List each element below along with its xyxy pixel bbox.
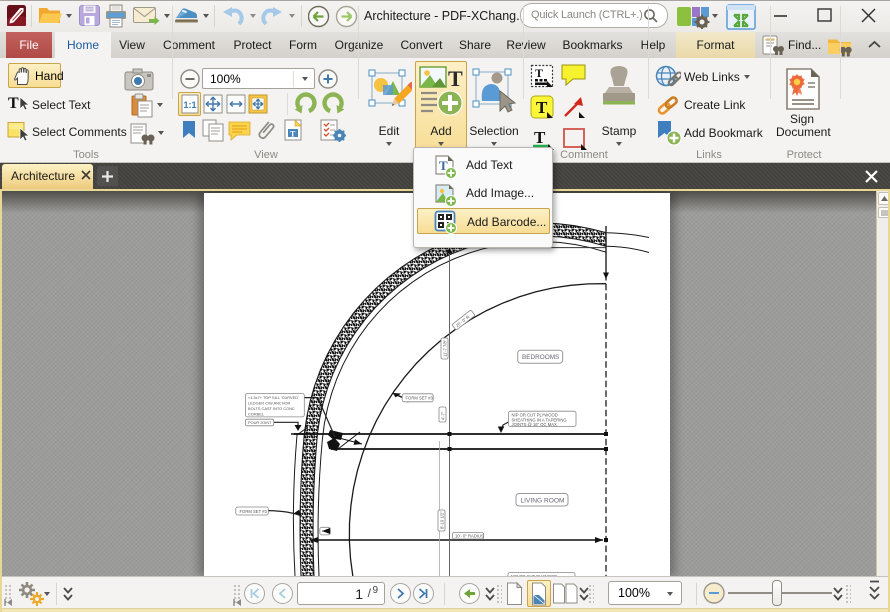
svg-text:10'- 0" RADIUS: 10'- 0" RADIUS [455, 534, 484, 539]
svg-text:T: T [535, 66, 543, 80]
svg-text:T: T [448, 66, 463, 91]
svg-text:8'-10 1/2": 8'-10 1/2" [439, 511, 444, 529]
svg-text:JOINTS @ 16" OC MAX: JOINTS @ 16" OC MAX [512, 422, 558, 427]
svg-text:CORBEL: CORBEL [248, 412, 265, 417]
svg-text:POUR JOINT: POUR JOINT [248, 420, 272, 425]
svg-text:LEDGER C/W ANCHOR: LEDGER C/W ANCHOR [248, 401, 291, 406]
svg-text:4'-7": 4'-7" [440, 411, 445, 420]
svg-text:1:1: 1:1 [184, 100, 197, 110]
svg-text:T: T [290, 130, 296, 139]
svg-text:T: T [534, 128, 546, 147]
svg-text:BOLTS CAST INTO CONC: BOLTS CAST INTO CONC [248, 406, 295, 411]
svg-text:LIVING ROOM: LIVING ROOM [521, 498, 565, 505]
svg-text:FORM SET #3: FORM SET #3 [406, 396, 434, 401]
svg-text:11'-7 7/8": 11'-7 7/8" [442, 339, 447, 357]
svg-text:FORM SET #3: FORM SET #3 [240, 509, 268, 514]
svg-text:T: T [536, 98, 548, 117]
svg-text:BEDROOMS: BEDROOMS [522, 354, 559, 361]
svg-text:T: T [8, 95, 19, 112]
svg-text:<1.5x7+ TOP SILL 'CURVED': <1.5x7+ TOP SILL 'CURVED' [248, 395, 299, 400]
